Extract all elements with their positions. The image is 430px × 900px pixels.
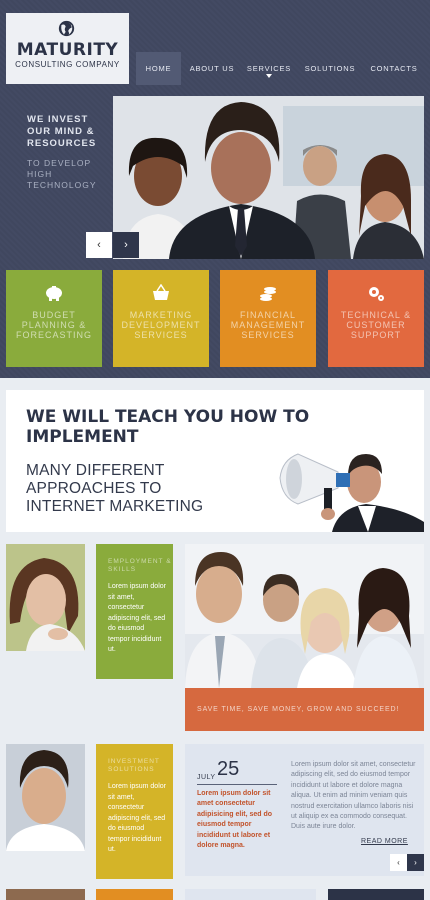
- team-photo: [185, 544, 424, 688]
- woman-portrait-image: [6, 544, 85, 651]
- gears-icon: [369, 287, 384, 301]
- employment-card-title: EMPLOYMENT & SKILLS: [108, 558, 172, 573]
- promo-heading: WE WILL TEACH YOU HOW TO IMPLEMENT: [26, 407, 310, 447]
- nav-services-label: SERVICES: [246, 64, 292, 73]
- service-tile-label: FINANCIAL MANAGEMENT SERVICES: [230, 310, 306, 340]
- next-row-dark-panel: [328, 889, 424, 900]
- coins-icon: [260, 287, 276, 301]
- megaphone-man-image: [279, 453, 424, 532]
- piggy-bank-icon: [46, 286, 62, 301]
- next-row-card: [96, 889, 173, 900]
- nav-contacts[interactable]: CONTACTS: [369, 52, 419, 85]
- investment-card[interactable]: INVESTMENT SOLUTIONS Lorem ipsum dolor s…: [96, 744, 173, 879]
- service-tile-label: TECHNICAL & CUSTOMER SUPPORT: [340, 310, 412, 340]
- news-prev-button[interactable]: ‹: [390, 854, 407, 871]
- news-month: JULY: [197, 774, 216, 781]
- news-highlight: Lorem ipsum dolor sit amet consectetur a…: [197, 790, 273, 850]
- news-day: 25: [217, 758, 240, 780]
- slider-caption-subtitle: TO DEVELOP HIGH TECHNOLOGY: [27, 158, 97, 190]
- next-row-image: [6, 889, 85, 900]
- next-row-panel: [185, 889, 316, 900]
- service-tile-financial[interactable]: FINANCIAL MANAGEMENT SERVICES: [220, 270, 316, 367]
- read-more-link[interactable]: READ MORE: [361, 838, 408, 845]
- slider-prev-button[interactable]: ‹: [86, 232, 112, 258]
- header: MATURITY CONSULTING COMPANY HOME ABOUT U…: [0, 0, 430, 378]
- service-tile-support[interactable]: TECHNICAL & CUSTOMER SUPPORT: [328, 270, 424, 367]
- news-panel: JULY 25 Lorem ipsum dolor sit amet conse…: [185, 744, 424, 876]
- service-tile-marketing[interactable]: MARKETING DEVELOPMENT SERVICES: [113, 270, 209, 367]
- brand-name: MATURITY: [16, 40, 119, 60]
- basket-icon: [153, 284, 169, 300]
- nav-services[interactable]: SERVICES: [246, 52, 292, 85]
- business-team-photo: [113, 96, 424, 259]
- slider-image: [113, 96, 424, 259]
- dropdown-arrow-icon: [266, 74, 272, 78]
- nav-home[interactable]: HOME: [136, 52, 181, 85]
- brand-tagline: CONSULTING COMPANY: [15, 60, 120, 69]
- slider-caption: WE INVEST OUR MIND & RESOURCES TO DEVELO…: [27, 114, 107, 191]
- slider-caption-title: WE INVEST OUR MIND & RESOURCES: [27, 114, 97, 149]
- news-next-button[interactable]: ›: [407, 854, 424, 871]
- man-portrait-image: [6, 744, 85, 851]
- investment-card-text: Lorem ipsum dolor sit amet, consectetur …: [108, 783, 166, 853]
- promo-subheading: MANY DIFFERENT APPROACHES TO INTERNET MA…: [26, 462, 204, 515]
- service-tile-budget[interactable]: BUDGET PLANNING & FORECASTING: [6, 270, 102, 367]
- logo[interactable]: MATURITY CONSULTING COMPANY: [6, 13, 129, 84]
- employment-card[interactable]: EMPLOYMENT & SKILLS Lorem ipsum dolor si…: [96, 544, 173, 679]
- news-body: Lorem ipsum dolor sit amet, consectetur …: [291, 761, 416, 831]
- promo-banner: WE WILL TEACH YOU HOW TO IMPLEMENT MANY …: [6, 390, 424, 532]
- date-divider: [197, 784, 277, 785]
- slider-next-button[interactable]: ›: [113, 232, 139, 258]
- nav-about-us[interactable]: ABOUT US: [187, 52, 237, 85]
- slogan-banner: SAVE TIME, SAVE MONEY, GROW AND SUCCEED!: [185, 688, 424, 731]
- service-tile-label: MARKETING DEVELOPMENT SERVICES: [121, 310, 201, 340]
- service-tile-label: BUDGET PLANNING & FORECASTING: [15, 310, 92, 340]
- globe-icon: [58, 20, 75, 37]
- employment-card-text: Lorem ipsum dolor sit amet, consectetur …: [108, 583, 166, 653]
- investment-card-title: INVESTMENT SOLUTIONS: [108, 758, 160, 773]
- nav-solutions[interactable]: SOLUTIONS: [304, 52, 356, 85]
